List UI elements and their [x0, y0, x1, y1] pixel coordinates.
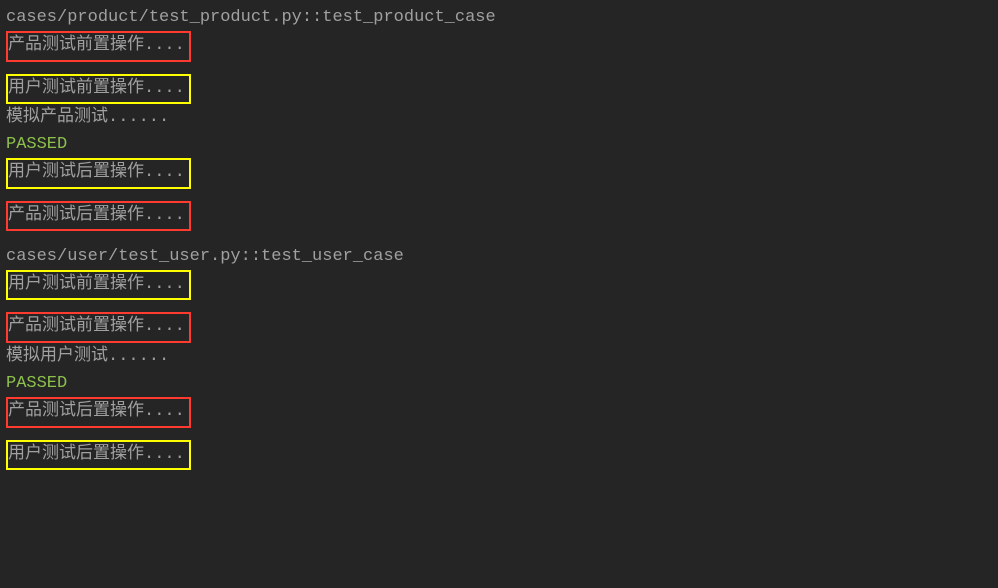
blank-line — [6, 300, 992, 312]
test-path: cases/user/test_user.py::test_user_case — [6, 243, 404, 270]
highlight-box-red: 产品测试后置操作.... — [6, 201, 191, 231]
output-line: 用户测试后置操作.... — [6, 440, 992, 470]
output-line: 用户测试后置操作.... — [6, 158, 992, 188]
output-line: 用户测试前置操作.... — [6, 74, 992, 104]
highlight-box-red: 产品测试后置操作.... — [6, 397, 191, 427]
output-line: 产品测试前置操作.... — [6, 31, 992, 61]
plain-output: 模拟用户测试...... — [6, 343, 169, 370]
test-path-line: cases/product/test_product.py::test_prod… — [6, 4, 992, 31]
output-line: 模拟产品测试...... — [6, 104, 992, 131]
output-line: 产品测试后置操作.... — [6, 397, 992, 427]
output-line: 模拟用户测试...... — [6, 343, 992, 370]
output-line: 产品测试前置操作.... — [6, 312, 992, 342]
passed-status: PASSED — [6, 370, 67, 397]
highlight-box-red: 产品测试前置操作.... — [6, 31, 191, 61]
test-path: cases/product/test_product.py::test_prod… — [6, 4, 496, 31]
passed-status: PASSED — [6, 131, 67, 158]
highlight-box-yellow: 用户测试前置操作.... — [6, 270, 191, 300]
highlight-box-red: 产品测试前置操作.... — [6, 312, 191, 342]
blank-line — [6, 231, 992, 243]
output-line: 产品测试后置操作.... — [6, 201, 992, 231]
plain-output: 模拟产品测试...... — [6, 104, 169, 131]
output-line: 用户测试前置操作.... — [6, 270, 992, 300]
highlight-box-yellow: 用户测试后置操作.... — [6, 440, 191, 470]
status-line: PASSED — [6, 370, 992, 397]
status-line: PASSED — [6, 131, 992, 158]
highlight-box-yellow: 用户测试后置操作.... — [6, 158, 191, 188]
blank-line — [6, 189, 992, 201]
blank-line — [6, 428, 992, 440]
blank-line — [6, 62, 992, 74]
test-path-line: cases/user/test_user.py::test_user_case — [6, 243, 992, 270]
highlight-box-yellow: 用户测试前置操作.... — [6, 74, 191, 104]
